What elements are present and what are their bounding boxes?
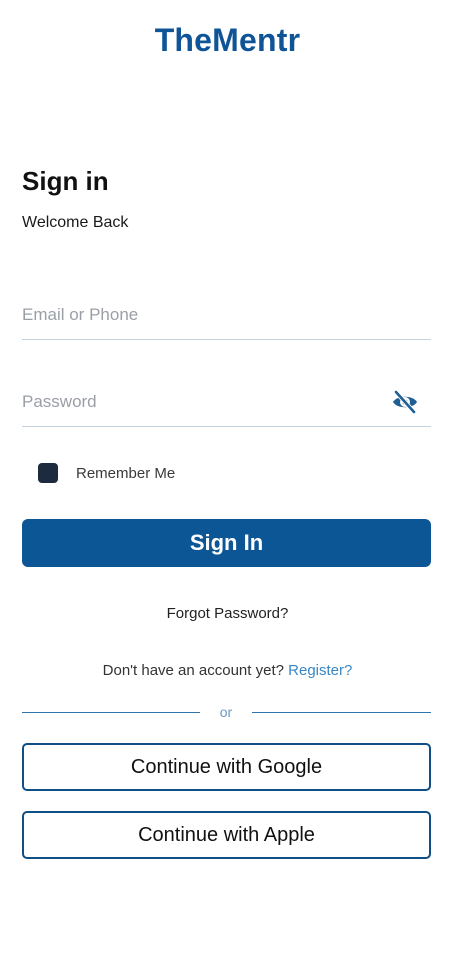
continue-with-apple-button[interactable]: Continue with Apple: [22, 811, 431, 859]
app-title: TheMentr: [154, 22, 301, 58]
register-link[interactable]: Register?: [288, 662, 352, 679]
page-subtitle: Welcome Back: [22, 214, 129, 231]
register-prompt: Don't have an account yet? Register?: [0, 662, 455, 679]
forgot-password-link[interactable]: Forgot Password?: [0, 605, 455, 622]
no-account-text: Don't have an account yet?: [102, 662, 289, 679]
email-field[interactable]: [22, 293, 382, 337]
page-title: Sign in: [22, 166, 109, 196]
remember-me-label: Remember Me: [76, 464, 176, 482]
email-field-container: [22, 293, 431, 340]
continue-with-google-button[interactable]: Continue with Google: [22, 743, 431, 791]
password-field-container: [22, 380, 431, 427]
remember-me-checkbox[interactable]: [38, 463, 58, 483]
divider-right: [252, 712, 431, 713]
sign-in-button[interactable]: Sign In: [22, 519, 431, 567]
remember-me-row: Remember Me: [38, 462, 175, 484]
password-field[interactable]: [22, 380, 382, 424]
eye-off-icon[interactable]: [391, 388, 419, 416]
divider-text: or: [219, 704, 233, 720]
divider-left: [22, 712, 200, 713]
